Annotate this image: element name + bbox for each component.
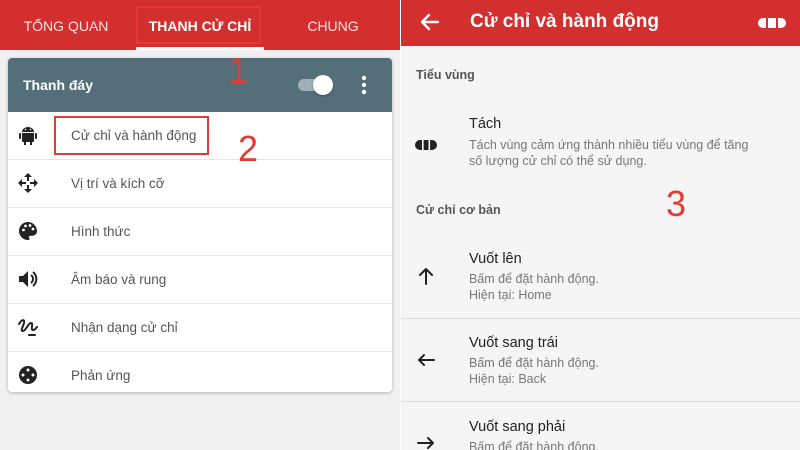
split-zones-row-icon (415, 134, 437, 154)
annotation-number-3: 3 (666, 183, 687, 224)
menu-item-label: Nhận dạng cử chỉ (71, 320, 178, 335)
section-basic-gestures: Cử chỉ cơ bản (416, 203, 501, 217)
gesture-hint: Bấm để đặt hành động. (469, 272, 599, 286)
more-vert-icon[interactable] (356, 72, 372, 98)
menu-item-reaction[interactable]: Phản ứng (8, 352, 392, 392)
back-arrow-icon[interactable] (419, 11, 441, 33)
right-screen: Cử chỉ và hành động Tiểu vùng Tách Tách … (401, 0, 800, 450)
split-zones-icon[interactable] (757, 16, 787, 28)
menu-item-sound-vibration[interactable]: Âm báo và rung (8, 256, 392, 304)
split-desc-line2: số lượng cử chỉ có thể sử dụng. (469, 154, 647, 168)
split-title: Tách (469, 116, 502, 132)
menu-item-appearance[interactable]: Hình thức (8, 208, 392, 256)
card-title: Thanh đáy (23, 77, 94, 93)
left-screen: TỔNG QUAN THANH CỬ CHỈ CHUNG Thanh đáy C… (0, 0, 400, 450)
reaction-icon (17, 364, 39, 386)
volume-icon (17, 268, 39, 290)
gesture-hint: Bấm để đặt hành động. (469, 440, 599, 450)
page-title: Cử chỉ và hành động (470, 11, 659, 32)
menu-item-position-size[interactable]: Vị trí và kích cỡ (8, 160, 392, 208)
menu-item-gesture-recognition[interactable]: Nhận dạng cử chỉ (8, 304, 392, 352)
card-header: Thanh đáy (8, 58, 392, 112)
move-arrows-icon (17, 172, 39, 194)
annotation-number-1: 1 (228, 50, 249, 91)
gesture-hint: Bấm để đặt hành động. (469, 356, 599, 370)
divider (401, 318, 800, 319)
tab-general[interactable]: CHUNG (290, 0, 376, 50)
android-icon (17, 124, 39, 146)
gesture-title: Vuốt sang phải (469, 419, 566, 435)
annotation-box-tab (136, 6, 261, 44)
arrow-right-icon (415, 433, 437, 450)
menu-item-label: Hình thức (71, 224, 131, 239)
enable-toggle[interactable] (298, 75, 333, 95)
app-bar: Cử chỉ và hành động (401, 0, 800, 46)
gesture-current: Hiện tại: Home (469, 288, 552, 302)
tab-overview[interactable]: TỔNG QUAN (10, 0, 122, 50)
gesture-title: Vuốt sang trái (469, 335, 558, 351)
menu-item-label: Phản ứng (71, 368, 131, 383)
section-subzones: Tiểu vùng (416, 68, 475, 82)
menu-item-label: Âm báo và rung (71, 272, 167, 287)
gesture-title: Vuốt lên (469, 251, 522, 267)
annotation-box-menu-item (54, 116, 209, 155)
gesture-current: Hiện tại: Back (469, 372, 547, 386)
arrow-up-icon (415, 266, 437, 286)
toggle-thumb (313, 75, 333, 95)
gesture-icon (17, 316, 39, 338)
bottom-bar-card: Thanh đáy Cử chỉ và hành động Vị trí và … (8, 58, 392, 392)
menu-item-label: Vị trí và kích cỡ (71, 176, 165, 191)
arrow-left-icon (415, 350, 437, 370)
split-desc-line1: Tách vùng cảm ứng thành nhiều tiểu vùng … (469, 138, 749, 152)
divider (401, 401, 800, 402)
palette-icon (17, 220, 39, 242)
annotation-number-2: 2 (238, 128, 259, 169)
